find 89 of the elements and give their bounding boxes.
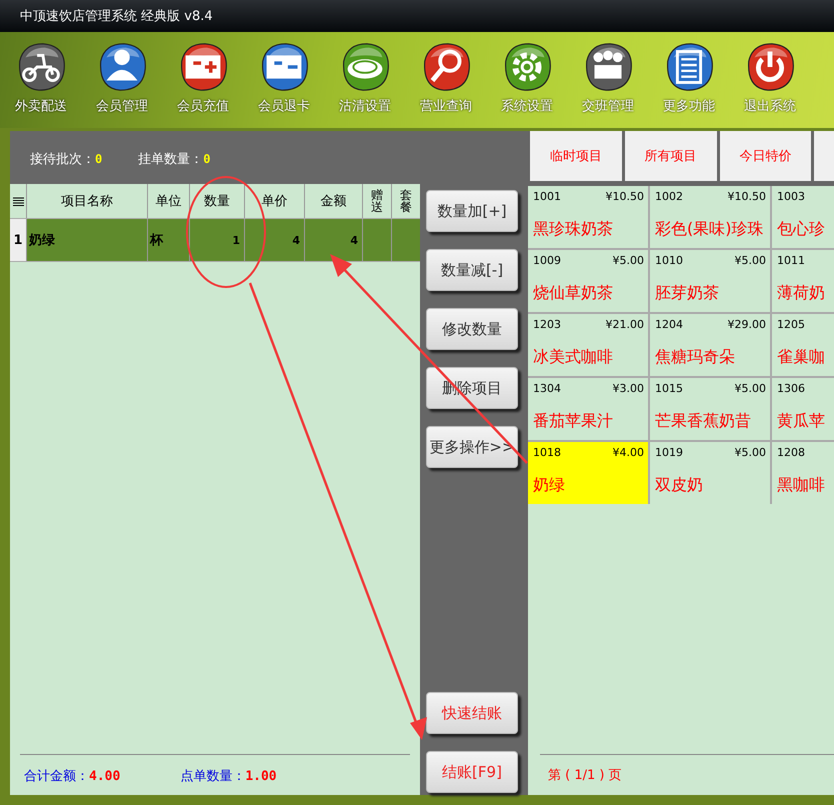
item-name: 芒果香蕉奶昔 [655, 411, 752, 432]
window-title: 中顶速饮店管理系统 经典版 v8.4 [20, 8, 213, 25]
item-name: 包心珍 [777, 219, 826, 240]
column-header: 数量 [204, 193, 230, 210]
total-label: 点单数量： [180, 769, 246, 784]
stat-label: 接待批次： [30, 152, 95, 166]
item-price: ¥5.00 [734, 382, 766, 395]
item-name: 薄荷奶 [777, 283, 826, 304]
page-indicator: 第 ( 1/1 ) 页 [548, 767, 622, 784]
item-price: ¥3.00 [612, 382, 644, 395]
table-cell-text: 杯 [150, 232, 163, 249]
item-code: 1015 [655, 382, 683, 395]
menu-item-tile[interactable]: 1010 ¥5.00 胚芽奶茶 [650, 250, 770, 312]
item-price: ¥5.00 [612, 254, 644, 267]
total-value: 4.00 [89, 769, 120, 784]
stat-value: 0 [95, 152, 102, 166]
item-code: 1205 [777, 318, 805, 331]
total-value: 1.00 [245, 769, 277, 784]
item-name: 冰美式咖啡 [533, 347, 614, 368]
item-price: ¥10.50 [728, 190, 766, 203]
menu-item-tile[interactable]: 1204 ¥29.00 焦糖玛奇朵 [650, 314, 770, 376]
item-code: 1019 [655, 446, 683, 459]
item-name: 双皮奶 [655, 475, 704, 496]
item-code: 1011 [777, 254, 805, 267]
table-cell: 1 [232, 234, 240, 246]
item-code: 1009 [533, 254, 561, 267]
item-name: 奶绿 [533, 475, 566, 496]
table-cell-text: 奶绿 [29, 232, 55, 249]
item-code: 1203 [533, 318, 561, 331]
category-tab[interactable]: 临时项目 [530, 131, 622, 181]
item-code: 1010 [655, 254, 683, 267]
action-button[interactable]: 修改数量 [426, 308, 518, 350]
item-code: 1018 [533, 446, 561, 459]
menu-item-tile[interactable]: 1009 ¥5.00 烧仙草奶茶 [528, 250, 648, 312]
item-name: 黑珍珠奶茶 [533, 219, 614, 240]
table-cell: 4 [350, 234, 358, 246]
action-button[interactable]: 数量加[+] [426, 190, 518, 232]
column-header: 单位 [156, 193, 182, 210]
item-name: 烧仙草奶茶 [533, 283, 614, 304]
menu-item-tile[interactable]: 1208 黑咖啡 [772, 442, 834, 504]
item-code: 1002 [655, 190, 683, 203]
item-name: 黑咖啡 [777, 475, 826, 496]
category-tab[interactable]: 今日特价 [720, 131, 812, 181]
item-price: ¥5.00 [734, 254, 766, 267]
menu-item-tile[interactable]: 1001 ¥10.50 黑珍珠奶茶 [528, 186, 648, 248]
item-name: 焦糖玛奇朵 [655, 347, 736, 368]
item-name: 黄瓜苹 [777, 411, 826, 432]
menu-item-tile[interactable]: 1002 ¥10.50 彩色(果味)珍珠 [650, 186, 770, 248]
column-header: 赠送 [371, 189, 383, 213]
row-number: 1 [10, 219, 27, 261]
column-header: 单价 [262, 193, 288, 210]
item-price: ¥4.00 [612, 446, 644, 459]
menu-item-tile[interactable]: 1011 薄荷奶 [772, 250, 834, 312]
menu-item-tile[interactable]: 1019 ¥5.00 双皮奶 [650, 442, 770, 504]
menu-item-tile[interactable]: 1304 ¥3.00 番茄苹果汁 [528, 378, 648, 440]
toolbar-button[interactable]: 外卖配送 [8, 38, 74, 115]
total-label: 合计金额： [24, 769, 89, 784]
item-price: ¥5.00 [734, 446, 766, 459]
item-code: 1304 [533, 382, 561, 395]
item-name: 番茄苹果汁 [533, 411, 614, 432]
item-price: ¥10.50 [606, 190, 644, 203]
item-code: 1003 [777, 190, 805, 203]
category-tab[interactable]: 所有项目 [624, 131, 716, 181]
table-row[interactable]: 1 奶绿 杯 1 4 4 [10, 218, 420, 262]
menu-item-tile[interactable]: 1306 黄瓜苹 [772, 378, 834, 440]
category-tab[interactable] [814, 131, 834, 181]
list-icon [12, 196, 24, 206]
stat-value: 0 [203, 152, 210, 166]
column-header: 金额 [320, 193, 346, 210]
item-code: 1208 [777, 446, 805, 459]
menu-item-tile[interactable]: 1015 ¥5.00 芒果香蕉奶昔 [650, 378, 770, 440]
table-cell: 4 [292, 234, 300, 246]
stat-label: 挂单数量： [138, 152, 204, 166]
menu-item-tile[interactable]: 1018 ¥4.00 奶绿 [528, 442, 648, 504]
item-price: ¥29.00 [728, 318, 766, 331]
item-name: 雀巢咖 [777, 347, 826, 368]
item-price: ¥21.00 [606, 318, 644, 331]
item-code: 1204 [655, 318, 683, 331]
menu-item-tile[interactable]: 1205 雀巢咖 [772, 314, 834, 376]
menu-item-tile[interactable]: 1203 ¥21.00 冰美式咖啡 [528, 314, 648, 376]
item-code: 1001 [533, 190, 561, 203]
menu-item-tile[interactable]: 1003 包心珍 [772, 186, 834, 248]
column-header: 套餐 [400, 189, 412, 213]
item-name: 胚芽奶茶 [655, 283, 720, 304]
item-name: 彩色(果味)珍珠 [655, 219, 764, 240]
column-header: 项目名称 [61, 193, 113, 210]
toolbar-button[interactable]: 会员管理 [89, 38, 155, 115]
action-button[interactable]: 数量减[-] [426, 249, 518, 291]
item-code: 1306 [777, 382, 805, 395]
